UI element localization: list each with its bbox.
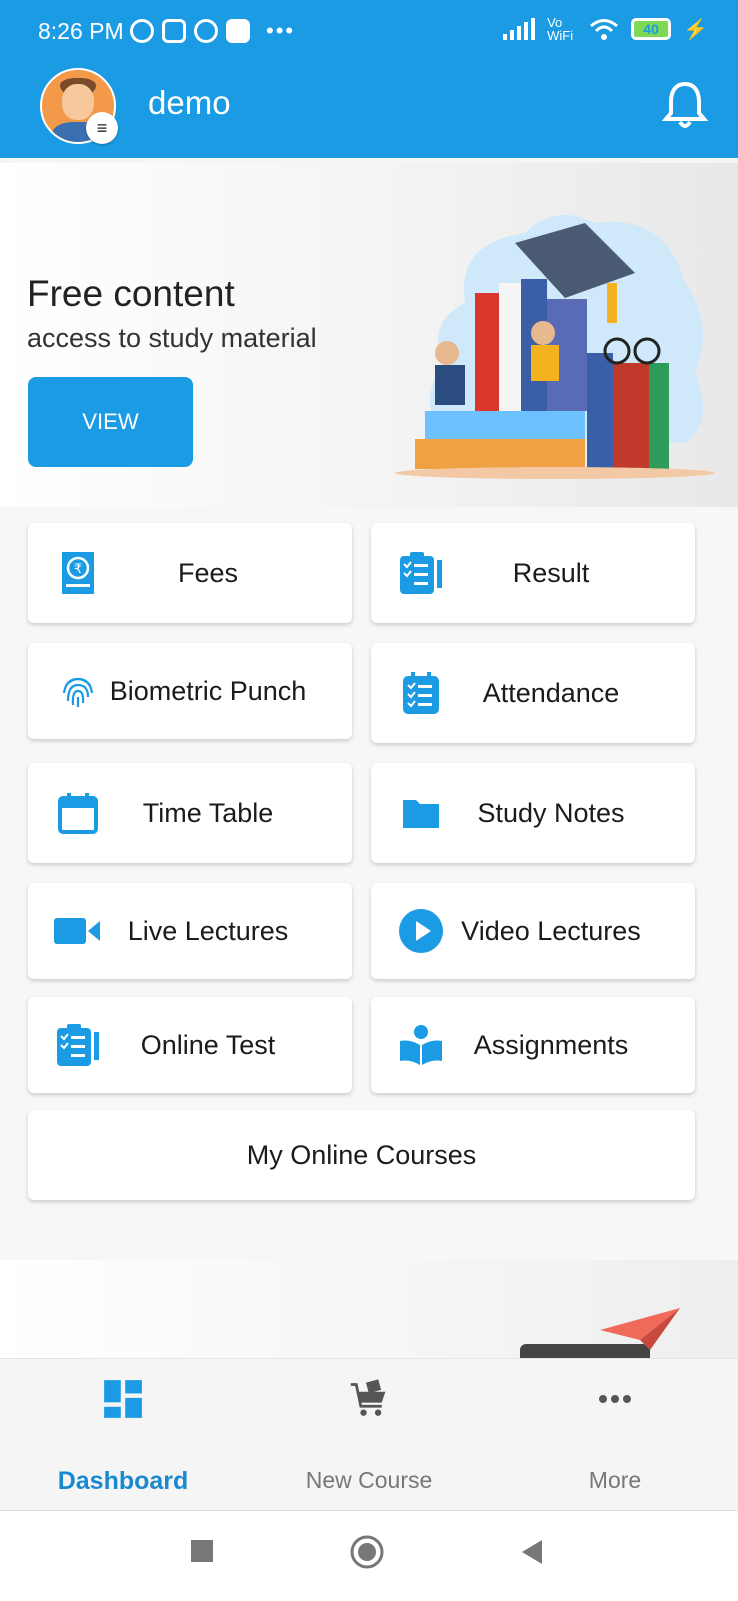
menu-card-result[interactable]: Result bbox=[371, 523, 695, 623]
nav-new-course-label: New Course bbox=[305, 1467, 433, 1493]
notification-icons: ••• bbox=[130, 18, 295, 44]
fingerprint-icon bbox=[54, 667, 102, 715]
status-indicators: Vo WiFi 40 ⚡ bbox=[503, 16, 708, 42]
play-circle-icon bbox=[397, 907, 445, 955]
system-navigation-bar bbox=[0, 1510, 738, 1601]
student-reading-icon bbox=[397, 1021, 445, 1069]
receipt-rupee-icon: ₹ bbox=[54, 549, 102, 597]
nav-more-label: More bbox=[588, 1467, 642, 1493]
menu-card-biometric[interactable]: Biometric Punch bbox=[28, 643, 352, 739]
back-triangle-icon[interactable] bbox=[520, 1539, 544, 1565]
svg-text:₹: ₹ bbox=[74, 562, 82, 577]
folder-icon bbox=[397, 789, 445, 837]
cart-icon bbox=[350, 1379, 386, 1416]
video-camera-icon bbox=[54, 907, 102, 955]
recents-square-icon[interactable] bbox=[190, 1539, 214, 1563]
bell-icon[interactable] bbox=[662, 80, 708, 130]
battery-icon: 40 bbox=[631, 18, 672, 40]
view-button[interactable]: VIEW bbox=[28, 377, 193, 467]
signal-icon bbox=[503, 18, 536, 40]
menu-card-live[interactable]: Live Lectures bbox=[28, 883, 352, 979]
home-circle-icon[interactable] bbox=[350, 1535, 384, 1569]
nav-dashboard-label: Dashboard bbox=[57, 1467, 189, 1495]
menu-card-fees[interactable]: ₹ Fees bbox=[28, 523, 352, 623]
status-bar: 8:26 PM ••• Vo WiFi 40 ⚡ bbox=[0, 0, 738, 60]
app-notification-icon bbox=[194, 19, 218, 43]
more-dots-icon bbox=[599, 1395, 631, 1403]
promo-banner: Free content access to study material VI… bbox=[0, 163, 738, 507]
myntra-icon bbox=[226, 19, 250, 43]
nav-new-course[interactable]: New Course bbox=[246, 1359, 492, 1511]
dashboard-icon bbox=[104, 1380, 142, 1418]
secondary-banner bbox=[0, 1260, 738, 1358]
paper-plane-illustration bbox=[520, 1308, 680, 1358]
banner-title: Free content bbox=[27, 273, 235, 314]
nav-dashboard[interactable]: Dashboard bbox=[0, 1359, 246, 1511]
avatar-face bbox=[62, 84, 94, 120]
menu-card-attendance[interactable]: Attendance bbox=[371, 643, 695, 743]
attendance-checklist-icon bbox=[397, 669, 445, 717]
test-clipboard-icon bbox=[54, 1021, 102, 1069]
menu-label-courses: My Online Courses bbox=[246, 1139, 477, 1170]
menu-card-timetable[interactable]: Time Table bbox=[28, 763, 352, 863]
message-icon bbox=[162, 19, 186, 43]
banner-subtitle: access to study material bbox=[27, 323, 317, 353]
vowifi-label: Vo WiFi bbox=[547, 15, 574, 43]
status-time: 8:26 PM bbox=[38, 18, 124, 44]
charging-icon: ⚡ bbox=[683, 18, 708, 41]
nav-more[interactable]: More bbox=[492, 1359, 738, 1511]
wifi-icon bbox=[590, 19, 619, 40]
username: demo bbox=[148, 84, 231, 121]
menu-card-studynotes[interactable]: Study Notes bbox=[371, 763, 695, 863]
menu-card-onlinetest[interactable]: Online Test bbox=[28, 997, 352, 1093]
menu-icon[interactable]: ≡ bbox=[86, 112, 118, 144]
menu-card-video[interactable]: Video Lectures bbox=[371, 883, 695, 979]
alarm-icon bbox=[130, 19, 154, 43]
books-illustration bbox=[395, 215, 715, 479]
dashboard-grid: ₹ Fees Result Biometric Punch Attendance… bbox=[0, 507, 738, 1260]
menu-card-courses[interactable]: My Online Courses bbox=[28, 1110, 695, 1200]
bottom-navigation: Dashboard New Course More bbox=[0, 1358, 738, 1511]
calendar-icon bbox=[54, 789, 102, 837]
menu-card-assignments[interactable]: Assignments bbox=[371, 997, 695, 1093]
clipboard-checklist-icon bbox=[397, 549, 445, 597]
more-notifications-icon: ••• bbox=[266, 18, 296, 43]
app-header: ≡ demo bbox=[0, 60, 738, 158]
